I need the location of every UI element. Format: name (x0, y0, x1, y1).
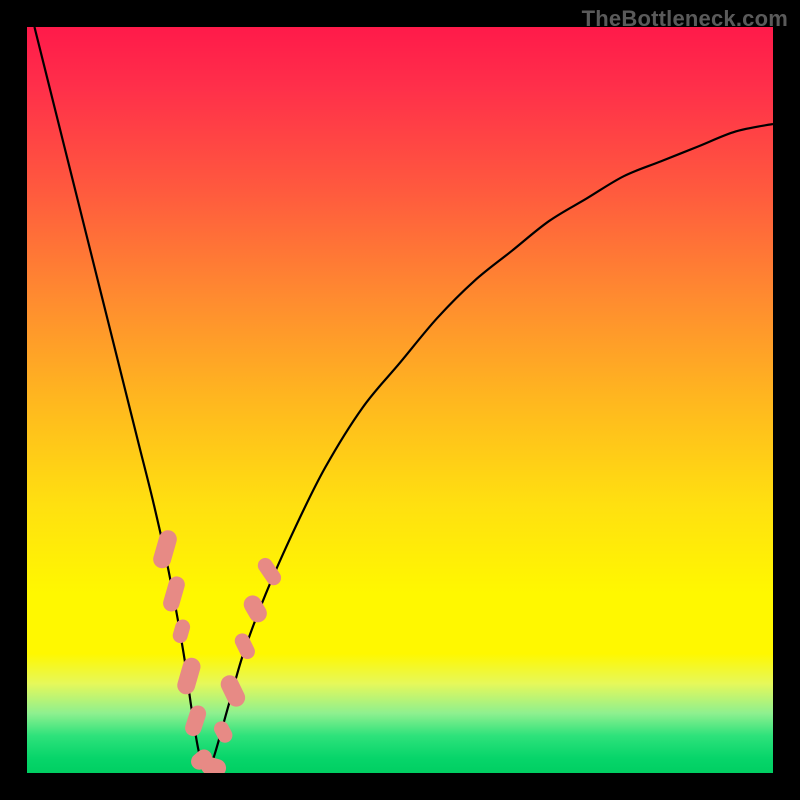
curve-marker (240, 592, 270, 626)
chart-container: TheBottleneck.com (0, 0, 800, 800)
curve-marker (161, 574, 187, 613)
curve-marker (211, 719, 235, 746)
curve-marker (183, 703, 208, 738)
curve-svg (27, 27, 773, 773)
curve-marker (218, 672, 248, 709)
bottleneck-curve (34, 27, 773, 773)
curve-markers (151, 528, 284, 773)
plot-area (27, 27, 773, 773)
curve-marker (171, 618, 192, 645)
curve-marker (151, 528, 179, 570)
curve-marker (232, 631, 257, 662)
curve-marker (175, 656, 202, 697)
